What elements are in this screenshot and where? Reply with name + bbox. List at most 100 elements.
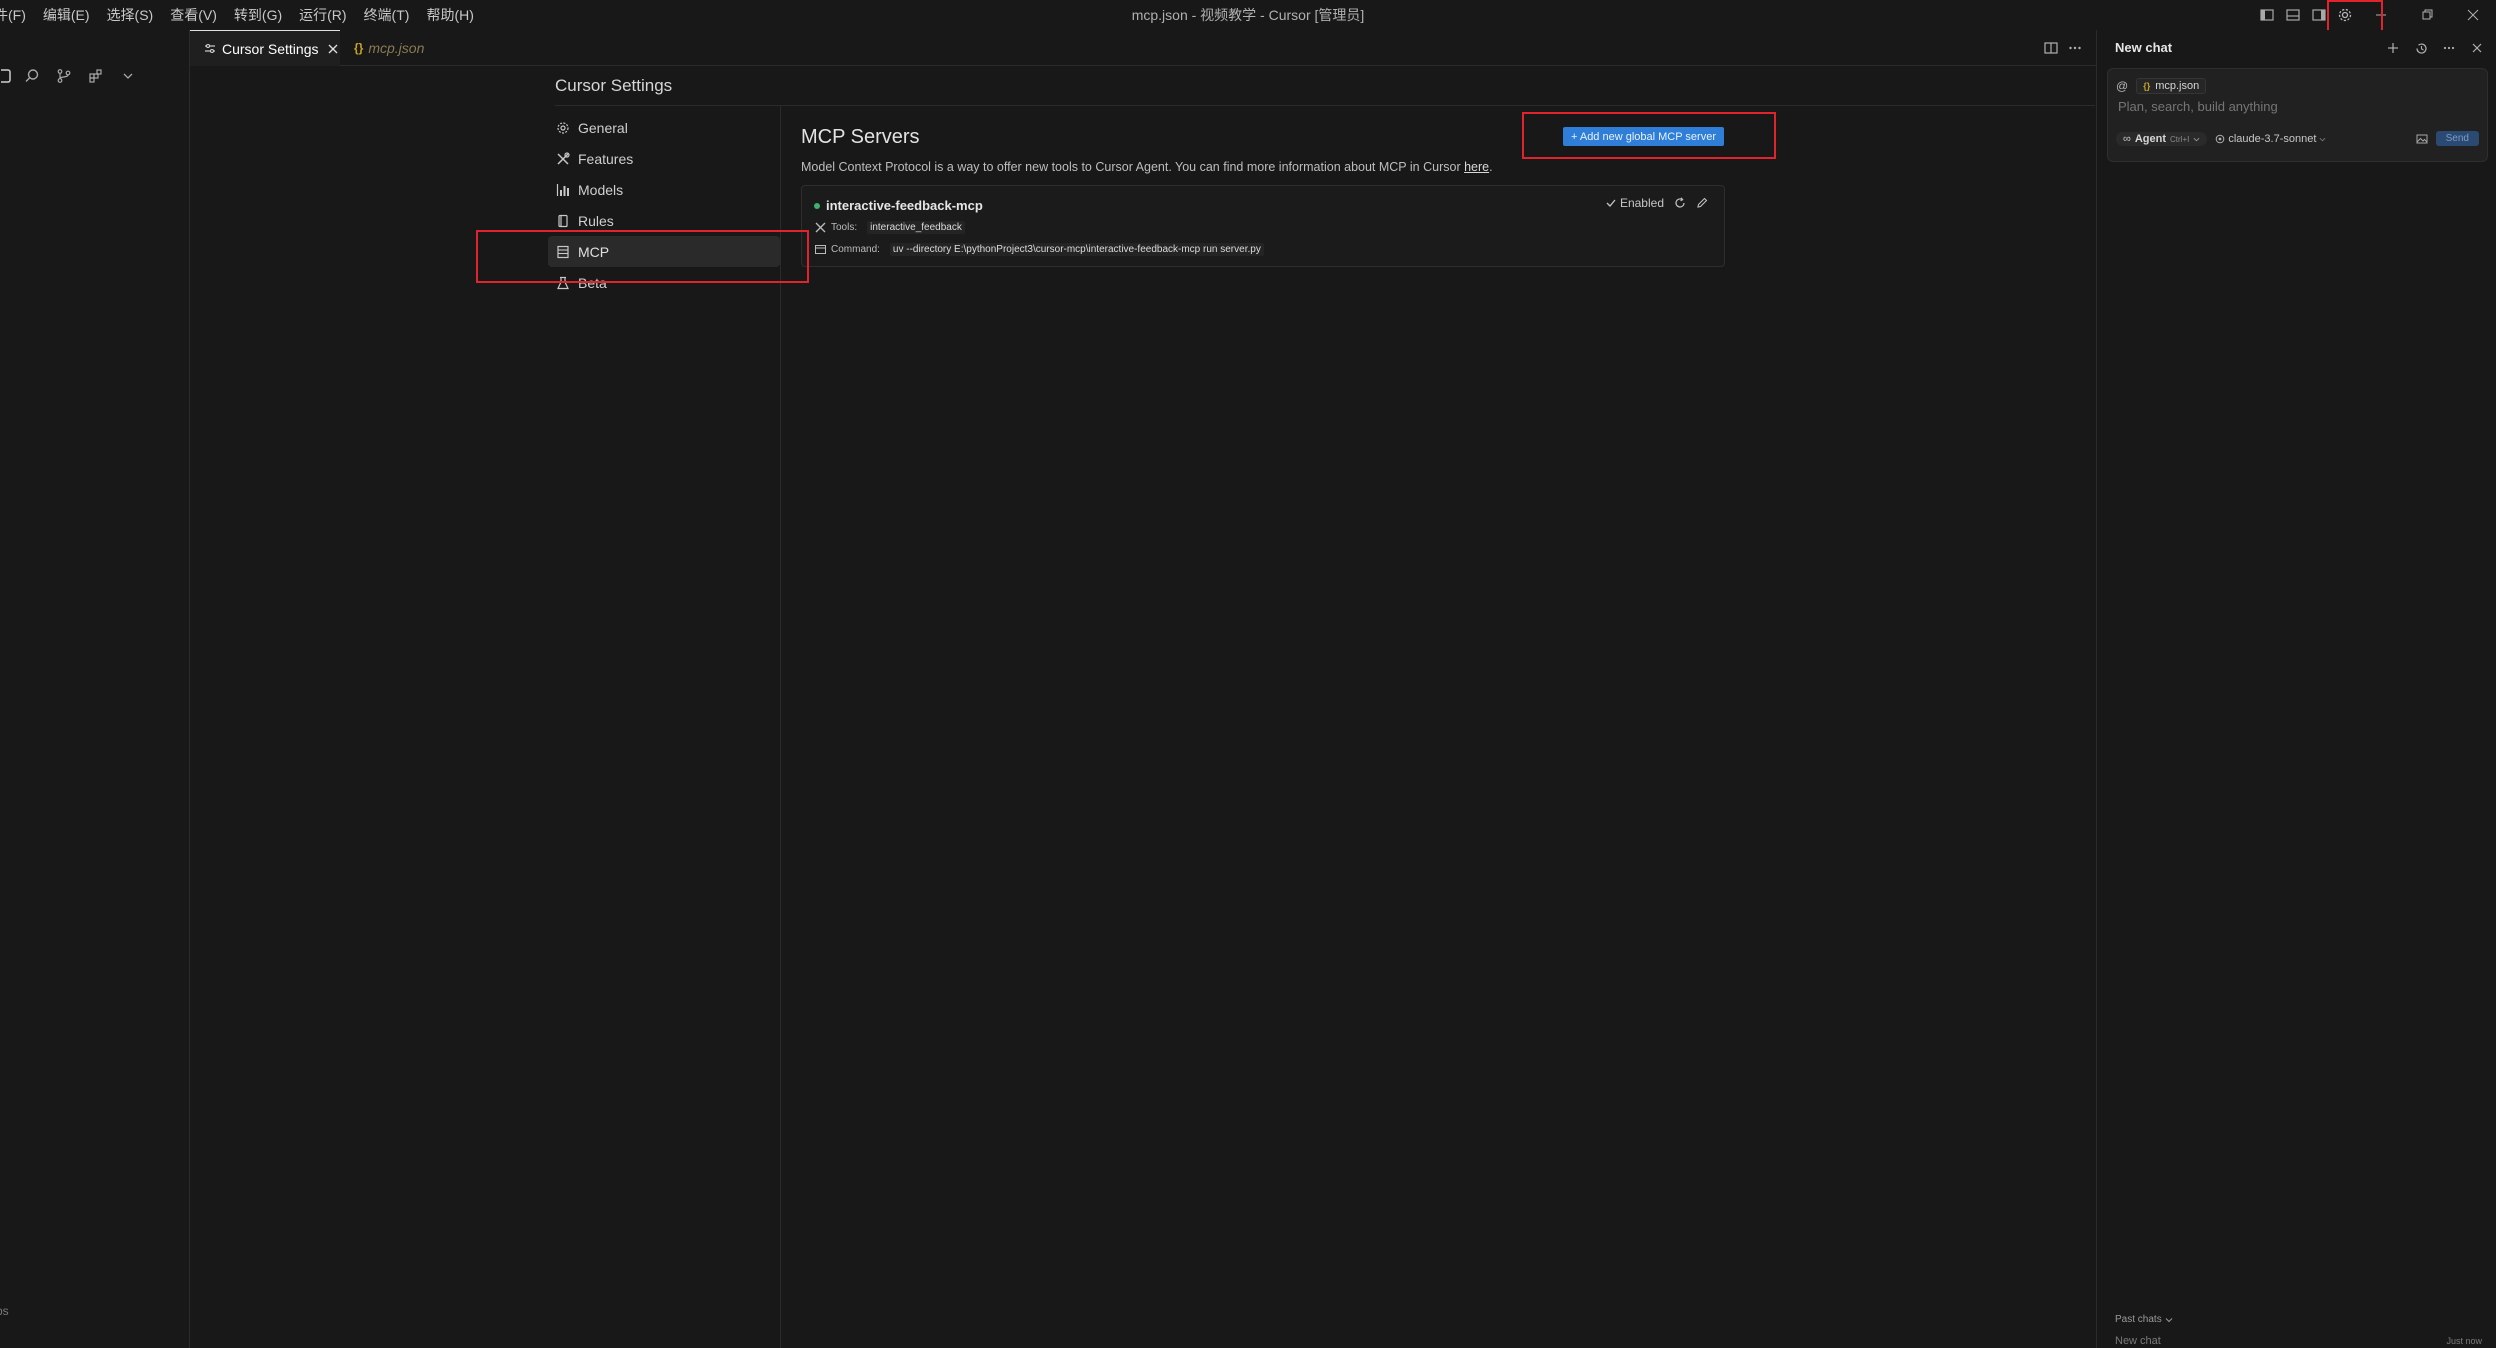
tools-label: Tools: [831,222,858,233]
agent-label: Agent [2134,133,2167,145]
tab-bar: Cursor Settings {} mcp.json [190,30,2096,66]
image-icon[interactable] [2416,133,2428,145]
primary-sidebar: ps [0,30,190,1348]
close-tab-icon[interactable] [328,44,338,54]
title-bar-controls [2254,0,2496,30]
server-tools-row: Tools: interactive_feedback [814,221,965,234]
minimize-icon[interactable] [2358,0,2404,30]
search-icon[interactable] [16,64,48,88]
tool-name: interactive_feedback [867,221,965,234]
more-icon[interactable] [2439,38,2459,58]
mcp-description: Model Context Protocol is a way to offer… [801,160,1493,174]
chevron-down-icon[interactable] [112,64,144,88]
settings-nav-divider [780,106,781,1348]
description-period: . [1489,160,1493,174]
split-editor-icon[interactable] [2044,41,2058,55]
menu-go[interactable]: 转到(G) [226,0,291,30]
chat-header: New chat [2097,30,2496,66]
server-enabled-toggle[interactable]: Enabled [1606,196,1664,210]
nav-label: Beta [578,274,607,291]
menu-bar: 件(F) 编辑(E) 选择(S) 查看(V) 转到(G) 运行(R) 终端(T)… [0,0,483,30]
menu-view[interactable]: 查看(V) [162,0,226,30]
close-window-icon[interactable] [2450,0,2496,30]
editor-actions [2044,30,2082,66]
menu-selection[interactable]: 选择(S) [99,0,163,30]
flask-icon [555,275,571,291]
context-row: @ {} mcp.json [2116,78,2207,94]
nav-item-general[interactable]: General [548,112,780,143]
server-icon [555,244,571,260]
mcp-docs-link[interactable]: here [1464,160,1489,174]
plus-icon[interactable] [2383,38,2403,58]
close-icon[interactable] [2467,38,2487,58]
tab-label: Cursor Settings [222,40,319,57]
context-file-pill[interactable]: {} mcp.json [2136,78,2207,94]
model-select[interactable]: claude-3.7-sonnet [2215,133,2326,145]
chat-right-controls: Send [2416,131,2479,146]
toggle-secondary-sidebar-icon[interactable] [2306,0,2332,30]
at-mention-icon[interactable]: @ [2116,79,2128,93]
nav-label: General [578,119,628,136]
chat-header-actions [2383,30,2487,66]
extensions-icon[interactable] [80,64,112,88]
settings-page-title: Cursor Settings [555,76,673,95]
sidebar-toolbar [0,64,144,88]
explorer-icon[interactable] [0,64,16,88]
chat-message-input[interactable] [2118,99,2468,114]
edit-pencil-icon[interactable] [1696,197,1708,209]
menu-run[interactable]: 运行(R) [291,0,355,30]
refresh-icon[interactable] [1674,197,1686,209]
send-button[interactable]: Send [2435,131,2479,146]
chat-title: New chat [2115,40,2173,55]
nav-label: Models [578,181,624,198]
model-icon [2215,134,2225,144]
nav-label: Features [578,150,634,167]
menu-terminal[interactable]: 终端(T) [356,0,419,30]
settings-gear-icon[interactable] [2332,0,2358,30]
model-name: claude-3.7-sonnet [2228,133,2317,145]
nav-item-rules[interactable]: Rules [548,205,780,236]
tab-label: mcp.json [368,40,425,56]
restore-icon[interactable] [2404,0,2450,30]
menu-edit[interactable]: 编辑(E) [35,0,99,30]
braces-icon: {} [2143,81,2151,91]
settings-nav: General Features Models Rules MCP Beta [548,112,780,298]
nav-item-mcp[interactable]: MCP [548,236,780,267]
nav-label: Rules [578,212,614,229]
context-file-name: mcp.json [2155,80,2200,92]
mcp-heading: MCP Servers [801,126,920,148]
tab-mcp-json[interactable]: {} mcp.json [340,30,470,66]
agent-mode-select[interactable]: ∞ Agent Ctrl+I [2116,132,2208,146]
history-icon[interactable] [2411,38,2431,58]
toggle-panel-icon[interactable] [2280,0,2306,30]
add-global-mcp-server-button[interactable]: + Add new global MCP server [1563,127,1724,146]
server-actions: Enabled [1606,196,1708,210]
settings-divider [555,105,2095,106]
braces-icon: {} [354,41,364,55]
nav-label: MCP [578,243,610,260]
nav-item-features[interactable]: Features [548,143,780,174]
past-chats-toggle[interactable]: Past chats [2115,1314,2173,1325]
menu-help[interactable]: 帮助(H) [418,0,482,30]
gear-icon [555,120,571,136]
title-bar: 件(F) 编辑(E) 选择(S) 查看(V) 转到(G) 运行(R) 终端(T)… [0,0,2496,30]
settings-icon [204,43,216,55]
tools-icon [814,222,826,234]
server-status-dot [814,202,820,209]
chart-icon [555,182,571,198]
chat-panel: New chat @ {} mcp.json Plan, search, bui… [2096,30,2496,1348]
more-actions-icon[interactable] [2068,41,2082,55]
source-control-icon[interactable] [48,64,80,88]
nav-item-beta[interactable]: Beta [548,267,780,298]
past-chat-item[interactable]: New chat [2115,1335,2161,1347]
past-chat-time: Just now [2446,1336,2482,1346]
toggle-primary-sidebar-icon[interactable] [2254,0,2280,30]
book-icon [555,213,571,229]
menu-file[interactable]: 件(F) [0,0,35,30]
command-value: uv --directory E:\pythonProject3\cursor-… [889,243,1264,256]
terminal-icon [814,244,826,256]
enabled-label: Enabled [1619,196,1664,210]
nav-item-models[interactable]: Models [548,174,780,205]
chevron-down-icon [2165,1316,2173,1324]
tab-cursor-settings[interactable]: Cursor Settings [190,30,340,66]
